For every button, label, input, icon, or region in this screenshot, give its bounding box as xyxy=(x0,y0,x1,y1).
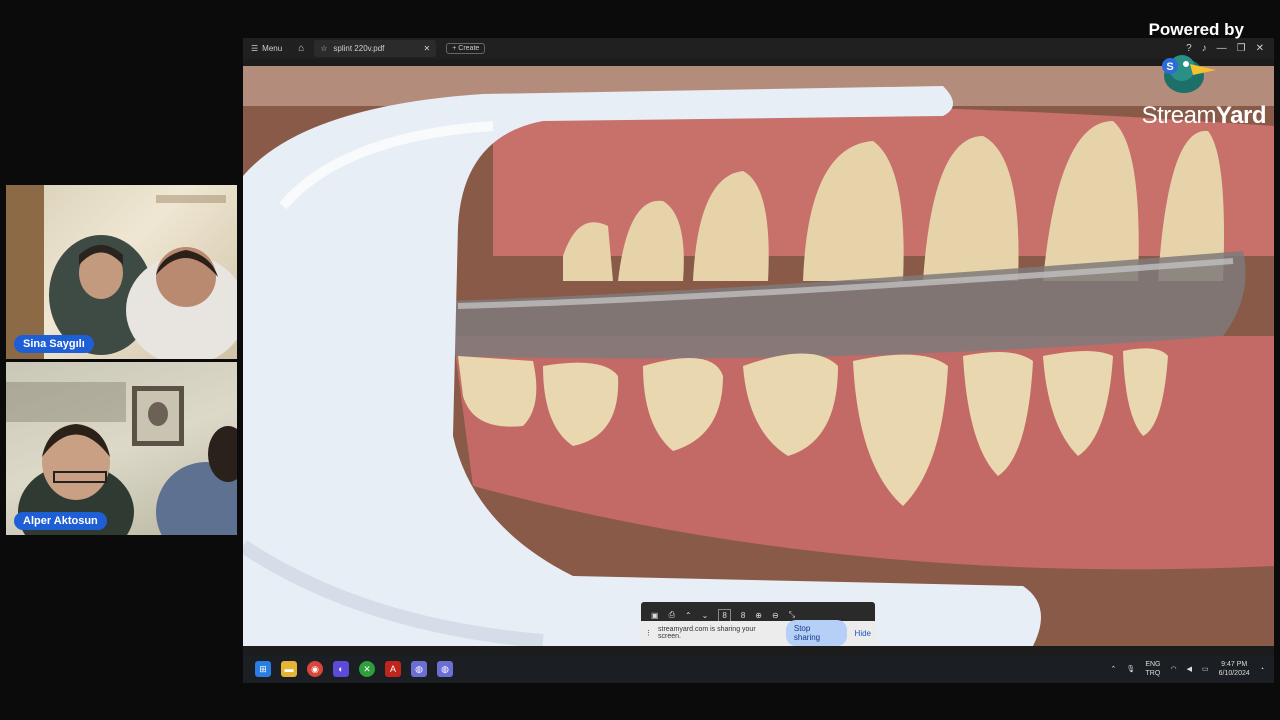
language-top: ENG xyxy=(1145,661,1161,668)
battery-icon[interactable]: ▭ xyxy=(1202,665,1209,673)
page-total: 8 xyxy=(740,610,746,620)
participant-video-1: Sina Saygılı xyxy=(6,185,237,359)
streamyard-branding: Powered by S StreamYard xyxy=(1116,18,1267,133)
streamyard-duck-logo-icon: S xyxy=(1162,55,1216,93)
print-icon[interactable]: ⎙ xyxy=(669,610,675,620)
volume-icon[interactable]: ◀ xyxy=(1187,665,1192,673)
wordmark-light: Stream xyxy=(1141,102,1217,129)
app-icon[interactable]: ◐ xyxy=(333,661,349,677)
windows-taskbar: ⊞ ▬ ◉ ◐ ✕ A ◍ ◍ ⌃ 🎙︎ ENG TRQ ◠ ◀ ▭ 9:47 … xyxy=(243,655,1274,683)
tab-label: splint 220v.pdf xyxy=(333,44,385,53)
participant-video-frame xyxy=(6,382,237,535)
plus-icon: + xyxy=(452,45,457,52)
zoom-in-icon[interactable]: ⊕ xyxy=(755,611,762,620)
discord-icon[interactable]: ◍ xyxy=(437,661,453,677)
chevron-up-icon[interactable]: ⌃ xyxy=(1111,665,1117,673)
share-notice-text: streamyard.com is sharing your screen. xyxy=(658,626,756,640)
zoom-out-icon[interactable]: ⊖ xyxy=(772,611,779,620)
menu-button[interactable]: ☰ Menu xyxy=(251,44,282,53)
taskbar-apps: ⊞ ▬ ◉ ◐ ✕ A ◍ ◍ xyxy=(255,661,453,677)
close-tab-icon[interactable]: ✕ xyxy=(424,44,431,53)
tab-document[interactable]: ☆ splint 220v.pdf ✕ xyxy=(314,40,437,57)
page-number-input[interactable]: 8 xyxy=(718,608,731,622)
chrome-icon[interactable]: ◉ xyxy=(307,661,323,677)
star-icon: ☆ xyxy=(320,44,328,53)
svg-text:S: S xyxy=(1166,61,1173,73)
clock-date: 6/10/2024 xyxy=(1218,670,1250,677)
dental-photo xyxy=(243,66,1274,646)
file-explorer-icon[interactable]: ▬ xyxy=(281,661,297,677)
participant-video-2: Alper Aktosun xyxy=(6,362,237,535)
clock-time: 9:47 PM xyxy=(1221,661,1248,668)
wifi-icon[interactable]: ◠ xyxy=(1170,665,1176,673)
drag-handle-icon[interactable]: ⋮ xyxy=(645,629,652,637)
wordmark-bold: Yard xyxy=(1215,102,1267,129)
chevron-up-icon[interactable]: ⌃ xyxy=(685,611,692,620)
save-icon[interactable]: ▣ xyxy=(651,611,659,620)
stop-sharing-button[interactable]: Stop sharing xyxy=(785,620,847,646)
fit-page-icon[interactable]: ⤡ xyxy=(789,610,795,620)
create-button[interactable]: + Create xyxy=(446,43,486,54)
notification-bell-icon[interactable]: ◔ xyxy=(1260,666,1264,673)
hamburger-icon: ☰ xyxy=(251,44,259,53)
language-bottom: TRQ xyxy=(1145,670,1161,677)
microphone-icon[interactable]: 🎙︎ xyxy=(1126,665,1135,673)
create-label: Create xyxy=(458,45,480,52)
clock[interactable]: 9:47 PM 6/10/2024 xyxy=(1219,660,1250,678)
language-indicator[interactable]: ENG TRQ xyxy=(1145,660,1160,678)
discord-icon[interactable]: ◍ xyxy=(411,661,427,677)
pdf-page-view xyxy=(243,66,1274,646)
shared-screen-window: ☰ Menu ⌂ ☆ splint 220v.pdf ✕ + Create ? … xyxy=(243,38,1274,683)
windows-start-icon[interactable]: ⊞ xyxy=(255,661,271,677)
streamyard-wordmark: StreamYard xyxy=(1141,102,1267,130)
participant-video-frame xyxy=(6,185,237,359)
home-icon[interactable]: ⌂ xyxy=(298,43,304,54)
menu-label: Menu xyxy=(262,44,283,53)
system-tray: ⌃ 🎙︎ ENG TRQ ◠ ◀ ▭ 9:47 PM 6/10/2024 ◔ xyxy=(1111,660,1264,678)
participant-name-tag: Sina Saygılı xyxy=(14,335,94,353)
stream-stage: { "participants": [ {"name": "Sina Saygı… xyxy=(0,0,1280,720)
powered-by-text: Powered by xyxy=(1148,20,1244,39)
chevron-down-icon[interactable]: ⌄ xyxy=(702,611,709,620)
participant-name-tag: Alper Aktosun xyxy=(14,512,107,530)
screen-share-notice: ⋮ streamyard.com is sharing your screen.… xyxy=(639,620,877,646)
acrobat-icon[interactable]: A xyxy=(385,661,401,677)
xbox-icon[interactable]: ✕ xyxy=(359,661,375,677)
hide-button[interactable]: Hide xyxy=(855,629,871,638)
